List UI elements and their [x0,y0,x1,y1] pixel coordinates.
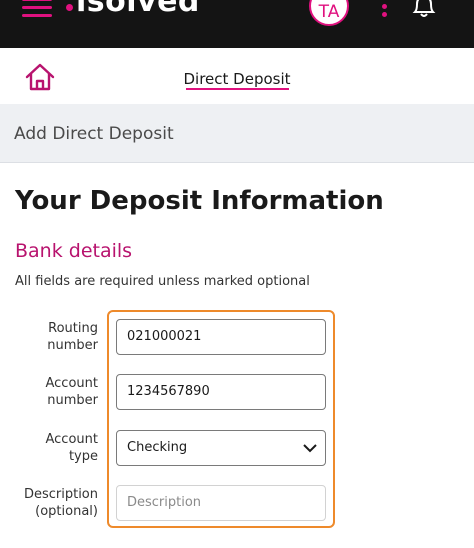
routing-number-input[interactable]: 021000021 [116,319,326,355]
menu-icon[interactable] [22,0,54,20]
label-line: Routing [48,321,98,336]
account-number-input[interactable]: 1234567890 [116,374,326,410]
section-header: Add Direct Deposit [0,104,474,163]
top-app-bar: isolved TA [0,0,474,48]
user-avatar[interactable]: TA [309,0,349,26]
label-line: (optional) [35,504,98,519]
page-title: Direct Deposit [183,70,291,88]
label-line: type [68,449,98,464]
logo-dot [66,4,73,11]
main-heading: Your Deposit Information [15,186,384,216]
isolved-logo: isolved [76,0,200,19]
section-header-text: Add Direct Deposit [14,124,174,144]
active-tab-indicator [186,88,289,90]
account-type-label: Account type [0,431,99,465]
routing-number-label: Routing number [0,320,98,354]
label-line: number [47,393,98,408]
account-type-value: Checking [127,440,188,455]
chevron-down-icon [303,444,317,453]
required-fields-note: All fields are required unless marked op… [15,274,310,289]
label-line: number [47,338,98,353]
label-line: Account [45,432,99,447]
label-line: Description [23,487,98,502]
bell-icon[interactable] [410,0,438,20]
description-label: Description (optional) [0,486,98,520]
nav-bar: Direct Deposit [0,48,474,104]
account-number-label: Account number [0,375,99,409]
description-input[interactable]: Description [116,485,326,521]
account-type-select[interactable]: Checking [116,430,326,466]
bank-details-heading: Bank details [15,240,133,262]
kebab-menu-icon[interactable] [382,4,388,20]
label-line: Account [45,376,99,391]
